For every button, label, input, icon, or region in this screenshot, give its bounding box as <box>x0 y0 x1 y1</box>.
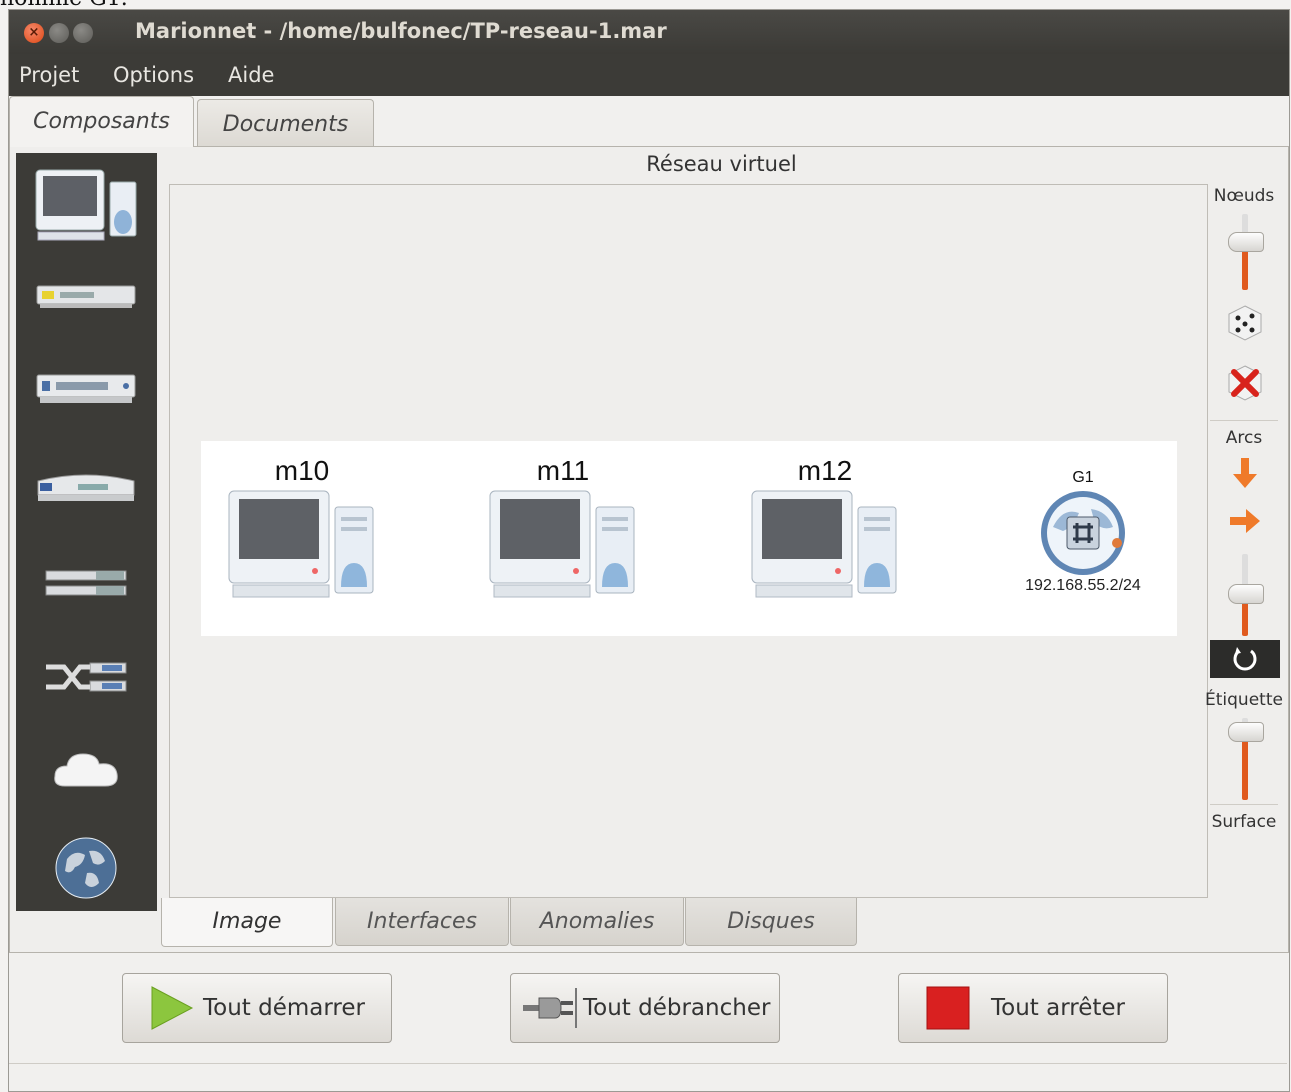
menu-bar: Projet Options Aide <box>9 54 1289 96</box>
maximize-window-button[interactable] <box>73 23 93 43</box>
hub-icon[interactable] <box>28 271 144 321</box>
rotate-icon <box>1233 647 1257 671</box>
arcs-slider[interactable] <box>1228 584 1264 604</box>
minimize-window-button[interactable] <box>49 23 69 43</box>
gateway-icon <box>1041 491 1125 575</box>
stop-all-button[interactable]: Tout arrêter <box>898 973 1168 1043</box>
cable-crossed-icon[interactable] <box>28 649 144 705</box>
label-slider[interactable] <box>1228 722 1264 742</box>
stop-all-label: Tout arrêter <box>991 995 1125 1021</box>
network-title: Réseau virtuel <box>646 152 797 176</box>
node-label: m11 <box>536 455 590 486</box>
node-label: G1 <box>1072 469 1094 486</box>
gateway-address: 192.168.55.2/24 <box>1025 577 1141 594</box>
play-icon <box>151 986 194 1030</box>
node-label: m12 <box>797 455 853 486</box>
world-gateway-icon[interactable] <box>28 835 144 901</box>
component-palette <box>16 153 157 911</box>
separator <box>1210 420 1278 421</box>
node-m11[interactable]: m11 <box>488 455 638 615</box>
tab-anomalies[interactable]: Anomalies <box>510 898 684 946</box>
router-icon[interactable] <box>28 459 144 515</box>
title-bar: × Marionnet - /home/bulfonec/TP-reseau-1… <box>9 10 1289 54</box>
status-bar <box>9 1063 1287 1091</box>
tab-composants[interactable]: Composants <box>9 96 194 147</box>
nodes-slider[interactable] <box>1228 232 1264 252</box>
start-all-label: Tout démarrer <box>203 995 365 1021</box>
network-canvas[interactable]: m10 m11 m12 G1 192.168.55.2/24 <box>169 184 1208 898</box>
computer-icon <box>228 490 374 598</box>
tab-documents[interactable]: Documents <box>197 99 374 147</box>
separator <box>1210 804 1278 805</box>
close-window-button[interactable]: × <box>24 23 44 43</box>
arcs-label: Arcs <box>1225 428 1263 448</box>
nodes-label: Nœuds <box>1213 186 1275 206</box>
unplug-all-button[interactable]: Tout débrancher <box>510 973 780 1043</box>
menu-options[interactable]: Options <box>113 63 194 87</box>
rotate-button[interactable] <box>1210 640 1280 678</box>
unplug-all-label: Tout débrancher <box>583 995 771 1021</box>
cable-straight-icon[interactable] <box>28 559 144 609</box>
node-m12[interactable]: m12 <box>750 455 900 615</box>
switch-icon[interactable] <box>28 361 144 417</box>
node-label: m10 <box>274 455 330 486</box>
network-frame: Réseau virtuel m10 m11 m12 G1 192.168.55… <box>161 149 1283 947</box>
stop-icon <box>926 986 970 1030</box>
tab-interfaces[interactable]: Interfaces <box>335 898 509 946</box>
view-controls-sidebar: Nœuds Arcs Étiquette Surface <box>1205 184 1283 896</box>
marionnet-window: × Marionnet - /home/bulfonec/TP-reseau-1… <box>8 9 1290 1092</box>
cloud-icon[interactable] <box>28 741 144 801</box>
start-all-button[interactable]: Tout démarrer <box>122 973 392 1043</box>
menu-aide[interactable]: Aide <box>228 63 274 87</box>
network-image: m10 m11 m12 G1 192.168.55.2/24 <box>201 441 1177 636</box>
computer-icon <box>489 490 635 598</box>
node-m10[interactable]: m10 <box>227 455 377 615</box>
machine-icon[interactable] <box>28 163 144 245</box>
arrow-down-icon[interactable] <box>1230 456 1260 490</box>
computer-icon <box>751 490 897 598</box>
nodes-slider-track <box>1242 214 1248 290</box>
arrow-right-icon[interactable] <box>1228 506 1262 536</box>
main-panel: Réseau virtuel m10 m11 m12 G1 192.168.55… <box>9 146 1289 953</box>
tab-disques[interactable]: Disques <box>685 898 857 946</box>
node-g1[interactable]: G1 192.168.55.2/24 <box>1013 469 1153 595</box>
dice-cancel-icon[interactable] <box>1226 364 1264 402</box>
plug-icon <box>523 988 577 1028</box>
window-title: Marionnet - /home/bulfonec/TP-reseau-1.m… <box>135 19 667 43</box>
label-label: Étiquette <box>1205 690 1283 710</box>
dice-icon[interactable] <box>1226 304 1264 342</box>
surface-label: Surface <box>1211 812 1277 832</box>
menu-projet[interactable]: Projet <box>19 63 79 87</box>
tab-image[interactable]: Image <box>161 898 333 947</box>
